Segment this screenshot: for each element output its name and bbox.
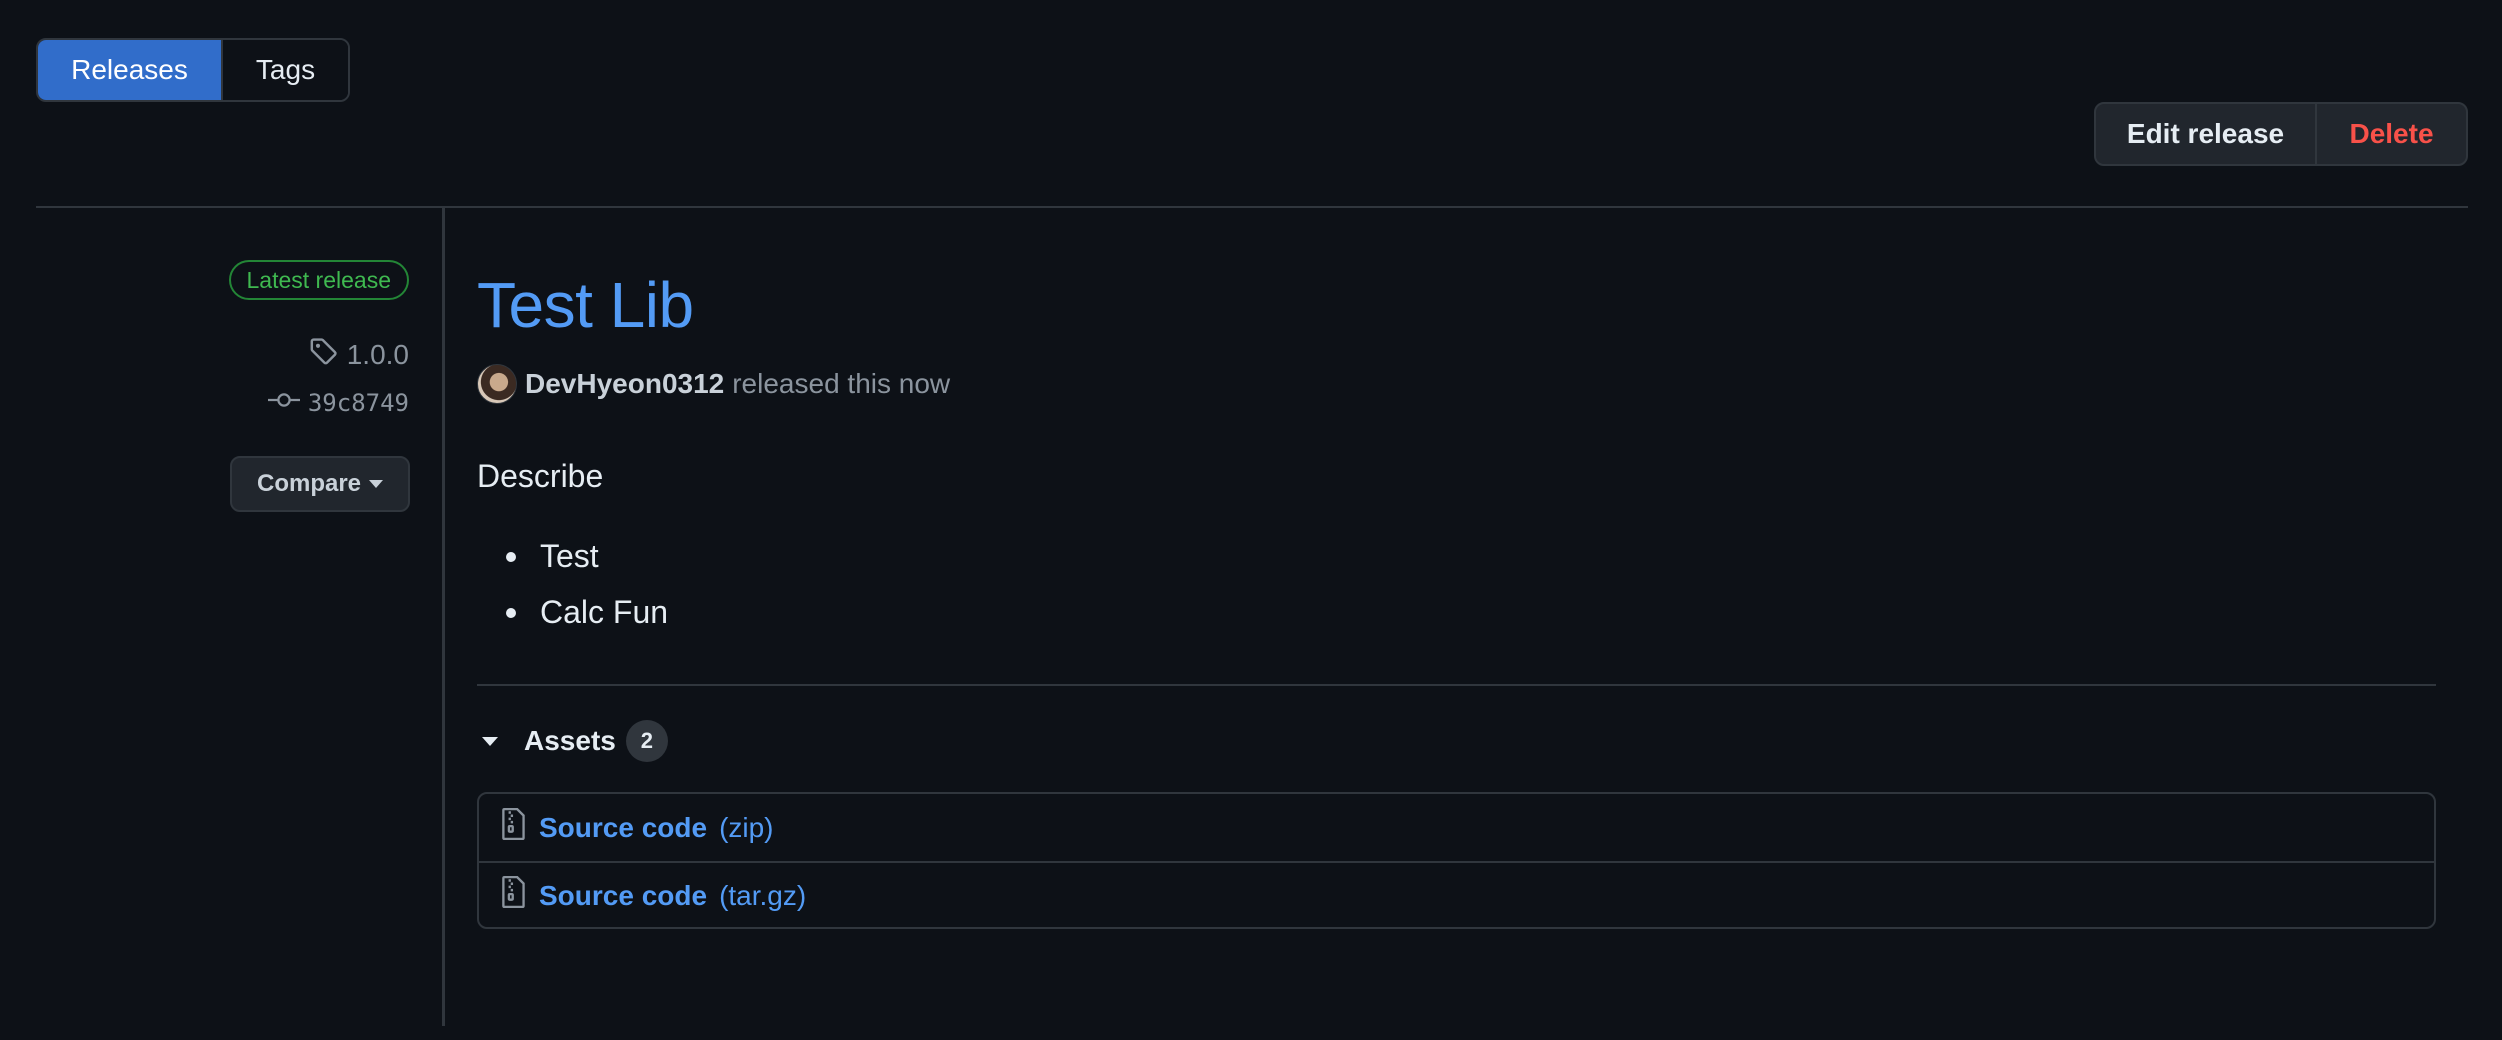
divider [477,684,2436,686]
tag-icon [309,336,339,373]
list-item: Test [505,536,668,592]
release-actions: Edit release Delete [2094,102,2468,166]
compare-button[interactable]: Compare [230,456,410,512]
caret-down-icon [369,480,384,488]
avatar[interactable] [477,364,517,404]
asset-name: Source code [539,879,708,911]
asset-name: Source code [539,811,708,843]
release-commit-link[interactable]: 39c8749 [267,388,409,418]
delete-release-button[interactable]: Delete [2315,104,2466,164]
assets-list: Source code (zip) Source code (tar.gz) [477,792,2436,929]
asset-source-zip[interactable]: Source code (zip) [479,794,2434,861]
author-link[interactable]: DevHyeon0312 [525,368,724,400]
release-time-text: released this now [732,368,951,399]
file-zip-icon [501,875,527,916]
timeline-divider [442,208,445,1026]
release-notes-list: Test Calc Fun [505,536,668,648]
edit-release-button[interactable]: Edit release [2096,104,2315,164]
release-title[interactable]: Test Lib [477,268,694,342]
release-tag-link[interactable]: 1.0.0 [309,336,409,373]
releases-tags-switch: Releases Tags [36,38,350,102]
tab-tags[interactable]: Tags [221,40,348,100]
list-item: Calc Fun [505,592,668,648]
commit-sha: 39c8749 [307,389,409,417]
file-zip-icon [501,807,527,848]
tab-releases[interactable]: Releases [38,40,221,100]
git-commit-icon [267,388,300,418]
release-byline: DevHyeon0312 released this now [477,364,950,404]
compare-label: Compare [256,470,362,497]
release-description: Describe [477,458,604,494]
triangle-down-icon [482,736,498,746]
latest-release-badge: Latest release [228,260,409,300]
divider [36,206,2468,208]
asset-ext: (zip) [719,811,774,843]
asset-source-targz[interactable]: Source code (tar.gz) [479,861,2434,927]
release-tag-label: 1.0.0 [346,338,409,370]
releases-page: Releases Tags Edit release Delete Latest… [0,0,2502,1040]
assets-label: Assets [524,725,616,756]
asset-ext: (tar.gz) [719,879,807,911]
assets-toggle[interactable]: Assets 2 [482,720,668,762]
assets-count-badge: 2 [625,720,668,762]
